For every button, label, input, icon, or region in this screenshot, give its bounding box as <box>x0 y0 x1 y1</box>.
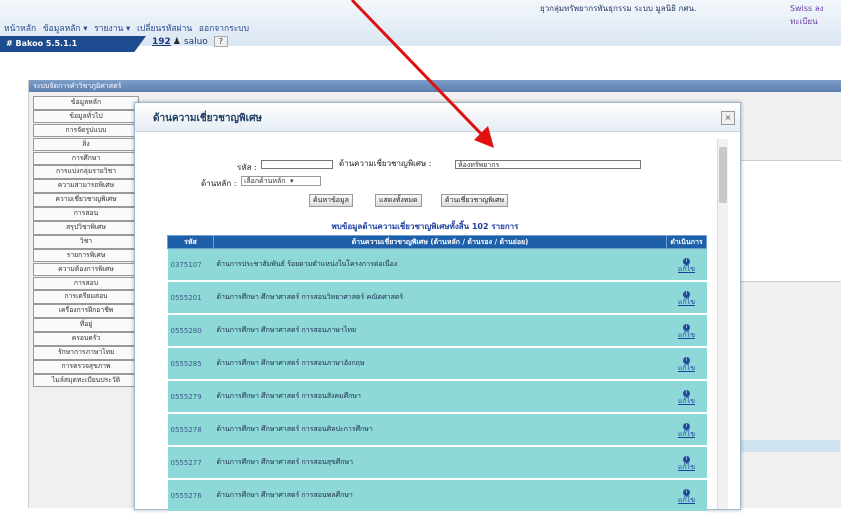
arrow-shaft <box>350 0 489 142</box>
annotation-arrow <box>350 0 494 148</box>
